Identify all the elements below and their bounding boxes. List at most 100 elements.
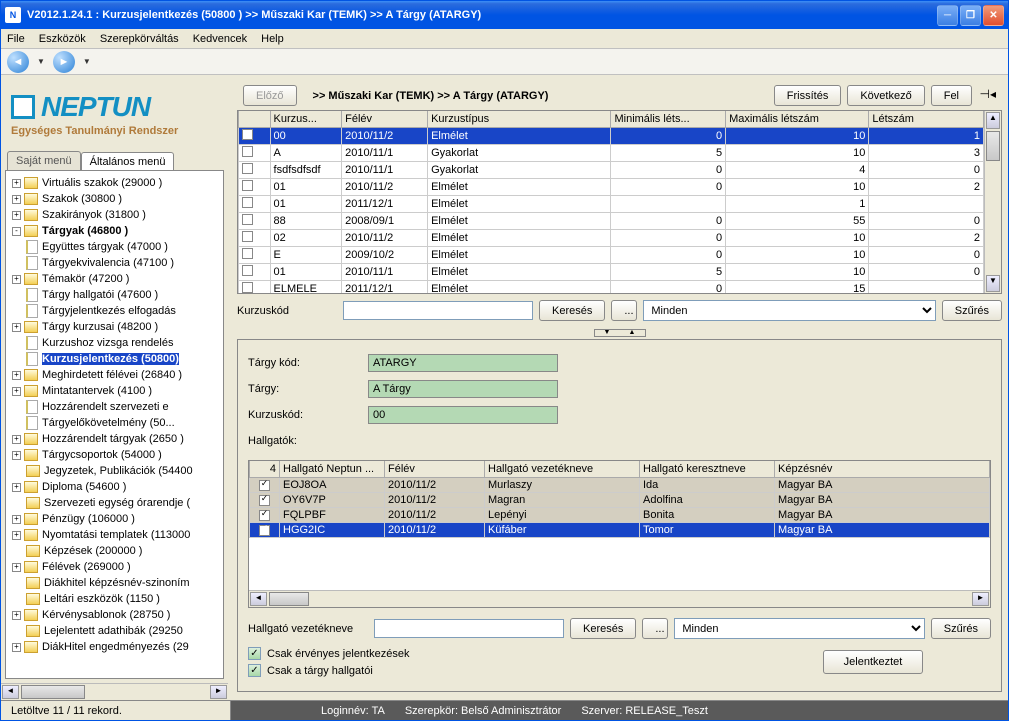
menu-eszközök[interactable]: Eszközök <box>39 33 86 45</box>
search2-filter-select[interactable]: Minden <box>674 618 924 639</box>
expand-icon[interactable]: + <box>12 195 21 204</box>
tree-node[interactable]: +Mintatantervek (4100 ) <box>8 383 221 399</box>
forward-dropdown-icon[interactable]: ▼ <box>83 57 91 66</box>
tree-node[interactable]: +Meghirdetett félévei (26840 ) <box>8 367 221 383</box>
column-header[interactable]: 4 <box>250 461 280 478</box>
table-row[interactable]: A2010/11/1Gyakorlat5103 <box>239 145 984 162</box>
students-h-scrollbar[interactable]: ◄ ► <box>249 590 990 607</box>
expand-icon[interactable]: + <box>12 211 21 220</box>
tree-node[interactable]: +Kérvénysablonok (28750 ) <box>8 607 221 623</box>
next-button[interactable]: Következő <box>847 85 924 106</box>
search2-button[interactable]: Keresés <box>570 618 636 639</box>
expand-icon[interactable]: + <box>12 531 21 540</box>
expand-icon[interactable]: + <box>12 179 21 188</box>
column-header[interactable]: Hallgató vezetékneve <box>485 461 640 478</box>
refresh-button[interactable]: Frissítés <box>774 85 842 106</box>
table-row[interactable]: 002010/11/2Elmélet0101 <box>239 128 984 145</box>
column-header[interactable]: Kurzus... <box>270 111 342 128</box>
tree-node[interactable]: +Nyomtatási templatek (113000 <box>8 527 221 543</box>
tree-node[interactable]: +Pénzügy (106000 ) <box>8 511 221 527</box>
expand-icon[interactable]: + <box>12 371 21 380</box>
scroll-left-icon[interactable]: ◄ <box>2 685 19 699</box>
tree-node[interactable]: Együttes tárgyak (47000 ) <box>8 239 221 255</box>
menu-kedvencek[interactable]: Kedvencek <box>193 33 247 45</box>
tree-node[interactable]: Kurzushoz vizsga rendelés <box>8 335 221 351</box>
row-checkbox[interactable] <box>259 495 270 506</box>
search1-filter-select[interactable]: Minden <box>643 300 935 321</box>
row-checkbox[interactable] <box>242 282 253 293</box>
table-row[interactable]: ELMELE2011/12/1Elmélet015 <box>239 281 984 294</box>
table-row[interactable]: fsdfsdfsdf2010/11/1Gyakorlat040 <box>239 162 984 179</box>
column-header[interactable]: Hallgató keresztneve <box>640 461 775 478</box>
tree-node[interactable]: Tárgyekvivalencia (47100 ) <box>8 255 221 271</box>
tree-h-scrollbar[interactable]: ◄ ► <box>1 683 228 700</box>
table-row[interactable]: HGG2IC2010/11/2KüfáberTomorMagyar BA <box>250 523 990 538</box>
column-header[interactable]: Hallgató Neptun ... <box>280 461 385 478</box>
tree-node[interactable]: Tárgy hallgatói (47600 ) <box>8 287 221 303</box>
table-row[interactable]: EOJ8OA2010/11/2MurlaszyIdaMagyar BA <box>250 478 990 493</box>
tree-node[interactable]: +Szakok (30800 ) <box>8 191 221 207</box>
pin-icon[interactable]: ⊣◂ <box>980 87 996 101</box>
expand-icon[interactable]: + <box>12 563 21 572</box>
courses-grid[interactable]: Kurzus...FélévKurzustípusMinimális léts.… <box>237 110 1002 294</box>
student-name-input[interactable] <box>374 619 564 638</box>
expand-icon[interactable]: + <box>12 275 21 284</box>
search1-filter-button[interactable]: Szűrés <box>942 300 1002 321</box>
tree-node[interactable]: Tárgyjelentkezés elfogadás <box>8 303 221 319</box>
students-grid[interactable]: 4Hallgató Neptun ...FélévHallgató vezeté… <box>248 460 991 608</box>
prev-button[interactable]: Előző <box>243 85 297 106</box>
table-row[interactable]: FQLPBF2010/11/2LepényiBonitaMagyar BA <box>250 508 990 523</box>
tree-node[interactable]: +Tárgycsoportok (54000 ) <box>8 447 221 463</box>
search1-button[interactable]: Keresés <box>539 300 605 321</box>
courses-v-scrollbar[interactable]: ▲ ▼ <box>984 111 1001 293</box>
tab-own-menu[interactable]: Saját menü <box>7 151 81 170</box>
row-checkbox[interactable] <box>242 180 253 191</box>
expand-icon[interactable]: + <box>12 323 21 332</box>
tree-node[interactable]: +DiákHitel engedményezés (29 <box>8 639 221 655</box>
tree-node[interactable]: Diákhitel képzésnév-szinoním <box>8 575 221 591</box>
tree-node[interactable]: Kurzusjelentkezés (50800) <box>8 351 221 367</box>
expand-icon[interactable]: + <box>12 643 21 652</box>
column-header[interactable]: Minimális léts... <box>611 111 726 128</box>
forward-button[interactable]: ► <box>53 51 75 73</box>
expand-icon[interactable]: + <box>12 483 21 492</box>
table-row[interactable]: 012010/11/1Elmélet5100 <box>239 264 984 281</box>
scroll-down-icon[interactable]: ▼ <box>986 275 1000 292</box>
scroll-right-icon[interactable]: ► <box>210 685 227 699</box>
tree-node[interactable]: Képzések (200000 ) <box>8 543 221 559</box>
expand-icon[interactable]: + <box>12 387 21 396</box>
expand-icon[interactable]: + <box>12 435 21 444</box>
tree-node[interactable]: Leltári eszközök (1150 ) <box>8 591 221 607</box>
row-checkbox[interactable] <box>242 265 253 276</box>
tree-node[interactable]: +Tárgy kurzusai (48200 ) <box>8 319 221 335</box>
splitter[interactable]: ▼▲ <box>237 329 1002 337</box>
nav-tree[interactable]: +Virtuális szakok (29000 )+Szakok (30800… <box>6 171 223 659</box>
tree-node[interactable]: +Virtuális szakok (29000 ) <box>8 175 221 191</box>
row-checkbox[interactable] <box>242 129 253 140</box>
tree-node[interactable]: +Szakirányok (31800 ) <box>8 207 221 223</box>
row-checkbox[interactable] <box>242 197 253 208</box>
tree-node[interactable]: +Félévek (269000 ) <box>8 559 221 575</box>
menu-help[interactable]: Help <box>261 33 284 45</box>
column-header[interactable] <box>239 111 271 128</box>
back-button[interactable]: ◄ <box>7 51 29 73</box>
table-row[interactable]: OY6V7P2010/11/2MagranAdolfinaMagyar BA <box>250 493 990 508</box>
expand-icon[interactable]: - <box>12 227 21 236</box>
row-checkbox[interactable] <box>242 163 253 174</box>
expand-icon[interactable]: + <box>12 515 21 524</box>
tree-node[interactable]: Hozzárendelt szervezeti e <box>8 399 221 415</box>
table-row[interactable]: E2009/10/2Elmélet0100 <box>239 247 984 264</box>
enroll-button[interactable]: Jelentkeztet <box>823 650 923 674</box>
up-button[interactable]: Fel <box>931 85 972 106</box>
row-checkbox[interactable] <box>259 510 270 521</box>
column-header[interactable]: Kurzustípus <box>428 111 611 128</box>
column-header[interactable]: Képzésnév <box>775 461 990 478</box>
tree-node[interactable]: +Diploma (54600 ) <box>8 479 221 495</box>
scroll-left-icon[interactable]: ◄ <box>250 592 267 606</box>
column-header[interactable]: Félév <box>342 111 428 128</box>
table-row[interactable]: 012010/11/2Elmélet0102 <box>239 179 984 196</box>
back-dropdown-icon[interactable]: ▼ <box>37 57 45 66</box>
row-checkbox[interactable] <box>242 214 253 225</box>
course-code-input[interactable] <box>343 301 533 320</box>
tree-node[interactable]: Lejelentett adathibák (29250 <box>8 623 221 639</box>
